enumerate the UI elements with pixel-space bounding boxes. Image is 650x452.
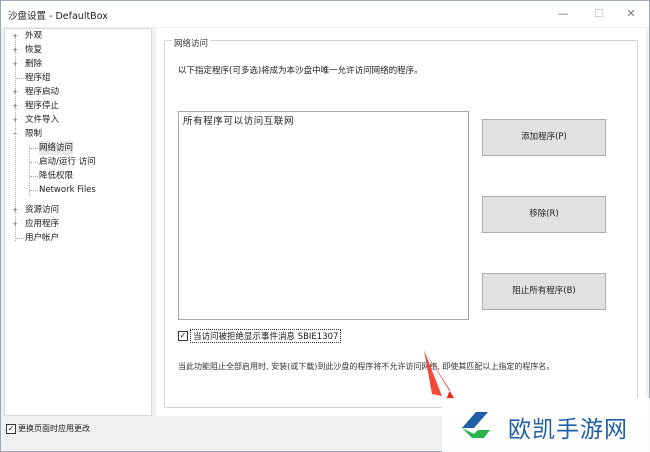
expand-icon[interactable]: + bbox=[11, 220, 19, 228]
block-all-programs-button[interactable]: 阻止所有程序(B) bbox=[482, 273, 606, 310]
tree-item-label: 恢复 bbox=[25, 45, 43, 55]
settings-tree[interactable]: + 外观 + 恢复 + 删除 程序组 + 程序启动 + 程序停止 + 文件导入 … bbox=[4, 28, 152, 416]
maximize-button[interactable]: ☐ bbox=[585, 5, 613, 23]
description-text: 以下指定程序(可多选)将成为本沙盘中唯一允许访问网络的程序。 bbox=[178, 66, 423, 76]
tree-item-program-start[interactable]: + 程序启动 bbox=[5, 85, 151, 99]
add-program-button[interactable]: 添加程序(P) bbox=[482, 119, 606, 156]
tree-item-label: Network Files bbox=[39, 185, 96, 195]
watermark-text: 欧凯手游网 bbox=[508, 417, 628, 443]
tree-connector-line bbox=[16, 78, 24, 79]
note-text: 当此功能阻止全部启用时, 安装(或下载)到此沙盘的程序将不允许访问网络, 即使其… bbox=[178, 362, 555, 371]
tree-item-label: 程序停止 bbox=[25, 101, 60, 111]
tree-item-label: 文件导入 bbox=[25, 115, 60, 125]
tree-item-user-accounts[interactable]: 用户帐户 bbox=[5, 231, 151, 245]
expand-icon[interactable]: + bbox=[11, 206, 19, 214]
apply-on-page-change-label: 更换页面时应用更改 bbox=[18, 424, 90, 433]
tree-item-label: 网络访问 bbox=[39, 141, 74, 155]
expand-icon[interactable]: + bbox=[11, 60, 19, 68]
tree-connector-line bbox=[30, 148, 38, 149]
tree-item-restrictions[interactable]: − 限制 bbox=[5, 127, 151, 141]
tree-item-program-groups[interactable]: 程序组 bbox=[5, 71, 151, 85]
tree-item-network-access[interactable]: 网络访问 bbox=[5, 141, 151, 155]
tree-item-label: 启动/运行 访问 bbox=[39, 157, 96, 167]
tree-connector-line bbox=[30, 162, 38, 163]
red-arrow-pointer-icon bbox=[424, 350, 454, 400]
close-button[interactable]: ✕ bbox=[617, 5, 645, 23]
apply-on-page-change-checkbox[interactable]: ✓ bbox=[6, 424, 16, 434]
watermark: 欧凯手游网 bbox=[442, 398, 650, 452]
tree-item-label: 降低权限 bbox=[39, 171, 74, 181]
group-title: 网络访问 bbox=[172, 37, 211, 49]
tree-item-start-run-access[interactable]: 启动/运行 访问 bbox=[5, 155, 151, 169]
tree-item-label: 程序启动 bbox=[25, 87, 60, 97]
list-item[interactable]: 所有程序可以访问互联网 bbox=[183, 113, 294, 127]
tree-item-label: 程序组 bbox=[25, 73, 51, 83]
tree-item-appearance[interactable]: + 外观 bbox=[5, 29, 151, 43]
collapse-icon[interactable]: − bbox=[11, 130, 19, 138]
expand-icon[interactable]: + bbox=[11, 102, 19, 110]
expand-icon[interactable]: + bbox=[11, 46, 19, 54]
program-listbox[interactable]: 所有程序可以访问互联网 bbox=[178, 111, 469, 320]
tree-item-recovery[interactable]: + 恢复 bbox=[5, 43, 151, 57]
minimize-button[interactable]: — bbox=[549, 5, 577, 23]
tree-item-label: 用户帐户 bbox=[25, 233, 60, 243]
tree-item-applications[interactable]: + 应用程序 bbox=[5, 217, 151, 231]
tree-item-label: 应用程序 bbox=[25, 219, 60, 229]
expand-icon[interactable]: + bbox=[11, 88, 19, 96]
tree-item-program-stop[interactable]: + 程序停止 bbox=[5, 99, 151, 113]
tree-item-label: 外观 bbox=[25, 31, 43, 41]
tree-connector-line bbox=[30, 176, 38, 177]
show-sbie1307-checkbox[interactable]: ✓ bbox=[178, 331, 188, 341]
tree-item-network-files[interactable]: Network Files bbox=[5, 183, 151, 197]
brand-logo-icon bbox=[462, 412, 490, 438]
tree-item-label: 限制 bbox=[25, 129, 43, 139]
tree-item-resource-access[interactable]: + 资源访问 bbox=[5, 203, 151, 217]
expand-icon[interactable]: + bbox=[11, 32, 19, 40]
expand-icon[interactable]: + bbox=[11, 116, 19, 124]
title-bar[interactable]: 沙盘设置 - DefaultBox — ☐ ✕ bbox=[1, 1, 649, 27]
remove-button[interactable]: 移除(R) bbox=[482, 196, 606, 233]
window-title: 沙盘设置 - DefaultBox bbox=[8, 11, 108, 22]
tree-item-delete[interactable]: + 删除 bbox=[5, 57, 151, 71]
show-sbie1307-label[interactable]: 当访问被拒绝显示事件消息 SBIE1307 bbox=[190, 329, 342, 343]
tree-item-label: 资源访问 bbox=[25, 205, 60, 215]
tree-item-label: 删除 bbox=[25, 59, 43, 69]
tree-connector-line bbox=[16, 238, 24, 239]
tree-connector-line bbox=[30, 190, 38, 191]
tree-item-file-import[interactable]: + 文件导入 bbox=[5, 113, 151, 127]
tree-item-drop-rights[interactable]: 降低权限 bbox=[5, 169, 151, 183]
